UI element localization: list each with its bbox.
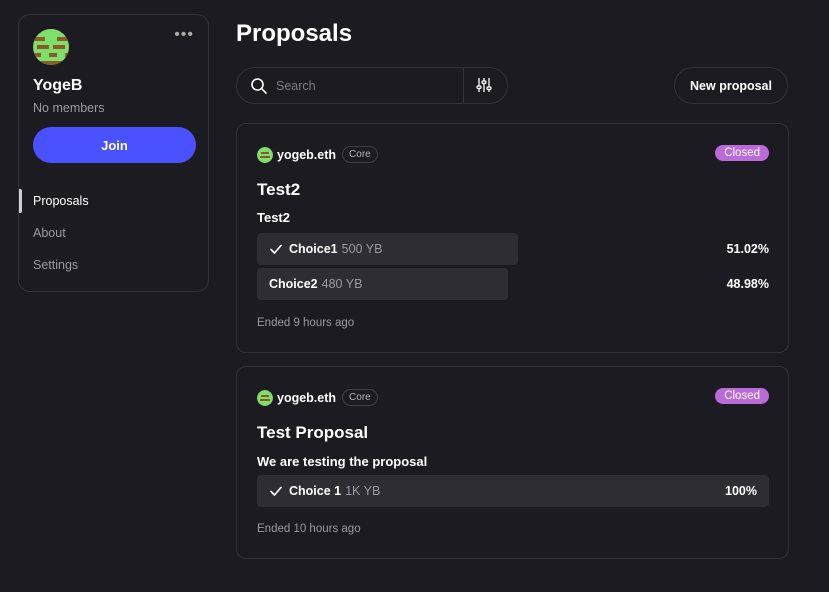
search-box — [236, 67, 508, 104]
choice-score: 480 YB — [321, 277, 363, 291]
status-badge: Closed — [715, 145, 769, 161]
status-badge: Closed — [715, 388, 769, 404]
core-badge: Core — [342, 389, 378, 406]
new-proposal-button[interactable]: New proposal — [674, 67, 788, 104]
nav-item-about[interactable]: About — [19, 217, 208, 249]
choice-score: 1K YB — [345, 484, 381, 498]
check-icon — [270, 486, 282, 496]
proposal-body: Test2 — [257, 210, 290, 225]
choice-result: Choice1 500 YB 51.02% — [257, 233, 769, 265]
choice-result: Choice 1 1K YB 100% — [257, 475, 769, 507]
search-input[interactable] — [274, 77, 458, 94]
ended-time: Ended 9 hours ago — [257, 317, 355, 329]
choice-percent: 48.98% — [726, 277, 769, 291]
nav-item-proposals[interactable]: Proposals — [19, 185, 208, 217]
choice-percent: 51.02% — [726, 242, 769, 256]
proposal-title[interactable]: Test Proposal — [257, 423, 368, 443]
choice-label: Choice 1 — [289, 484, 342, 498]
author-avatar[interactable] — [257, 146, 273, 163]
space-card: ••• YogeB No members Join Proposals Abou… — [18, 14, 209, 292]
proposal-card[interactable]: yogeb.eth Core Closed Test Proposal We a… — [236, 366, 789, 559]
more-horizontal-icon[interactable]: ••• — [174, 27, 194, 43]
author-name[interactable]: yogeb.eth — [277, 148, 336, 162]
check-icon — [270, 244, 282, 254]
proposal-title[interactable]: Test2 — [257, 180, 300, 200]
proposal-card[interactable]: yogeb.eth Core Closed Test2 Test2 Choice… — [236, 123, 789, 353]
core-badge: Core — [342, 146, 378, 163]
choice-label: Choice1 — [289, 242, 338, 256]
filter-sliders-icon[interactable] — [476, 77, 492, 93]
join-button[interactable]: Join — [33, 127, 196, 163]
proposal-author: yogeb.eth Core — [257, 146, 378, 163]
author-avatar[interactable] — [257, 389, 273, 406]
space-members-count: No members — [33, 101, 105, 115]
choice-result: Choice2 480 YB 48.98% — [257, 268, 769, 300]
choice-score: 500 YB — [341, 242, 383, 256]
proposal-author: yogeb.eth Core — [257, 389, 378, 406]
search-divider — [463, 68, 464, 103]
proposal-body: We are testing the proposal — [257, 454, 428, 469]
space-avatar[interactable] — [33, 29, 69, 65]
author-name[interactable]: yogeb.eth — [277, 391, 336, 405]
search-icon — [251, 77, 267, 94]
space-nav: Proposals About Settings — [19, 185, 208, 281]
choice-label: Choice2 — [269, 277, 318, 291]
ended-time: Ended 10 hours ago — [257, 523, 361, 535]
choice-percent: 100% — [725, 484, 757, 498]
space-name: YogeB — [33, 77, 83, 94]
nav-item-settings[interactable]: Settings — [19, 249, 208, 281]
page-title: Proposals — [236, 20, 353, 47]
